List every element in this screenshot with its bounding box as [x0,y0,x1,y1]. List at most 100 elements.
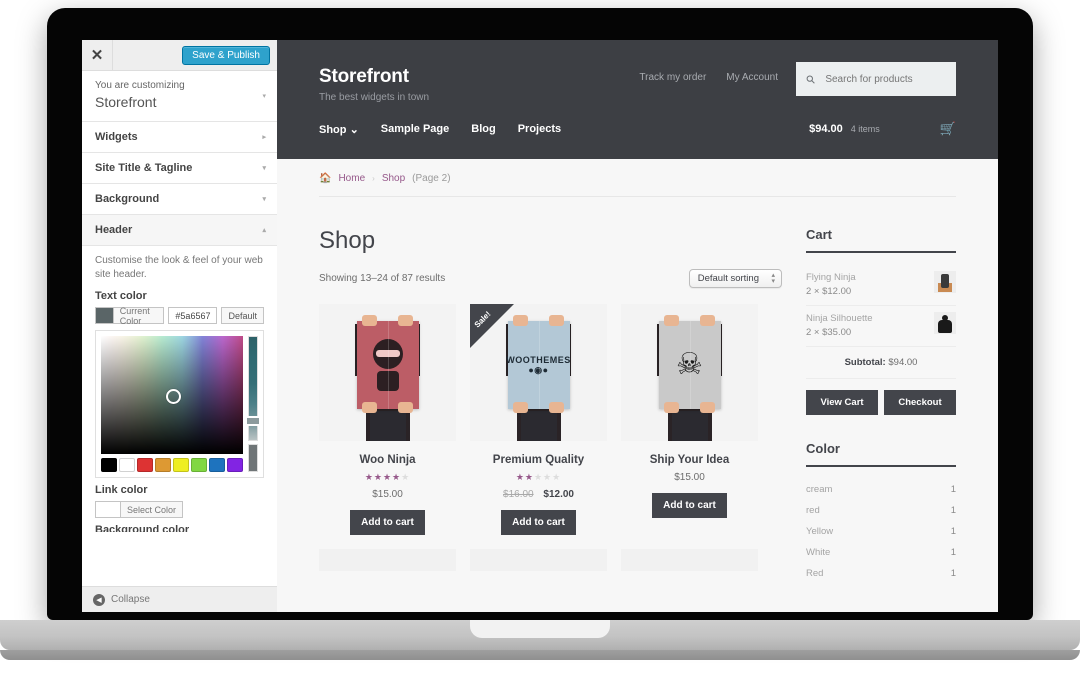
sort-select[interactable]: Default sorting ▴ ▾ [688,269,782,288]
product-card[interactable] [621,549,758,571]
view-cart-button[interactable]: View Cart [806,390,878,415]
widget-spacer [806,415,956,441]
main-navigation: Shop ⌄ Sample Page Blog Projects $94.00 … [277,103,998,159]
palette-swatch-white[interactable] [119,458,135,472]
product-image[interactable] [319,549,456,571]
filter-count: 1 [950,484,956,495]
breadcrumb-shop[interactable]: Shop [382,173,405,184]
product-card[interactable]: WOOTHEMES ●◉● Sale! Premium Quality ★★★★… [470,304,607,535]
product-price: $16.00 $12.00 [470,489,607,500]
product-card[interactable]: ☠ Ship Your Idea $15.00 Add to cart [621,304,758,535]
search-input[interactable] [823,72,946,86]
customizer-site-info: You are customizing Storefront ▾ [82,71,277,122]
cart-widget-item[interactable]: Flying Ninja 2 × $12.00 [806,265,956,306]
nav-track-my-order[interactable]: Track my order [639,72,706,83]
customizing-site-name: Storefront [95,94,157,110]
filter-label: red [806,505,820,516]
product-card[interactable] [470,549,607,571]
text-color-swatch[interactable] [95,307,113,324]
checkout-button[interactable]: Checkout [884,390,956,415]
filter-count: 1 [950,568,956,579]
poster-scene: ☠ [621,304,758,441]
filter-row[interactable]: cream 1 [806,479,956,500]
add-to-cart-button[interactable]: Add to cart [501,510,576,535]
nav-item-sample-page[interactable]: Sample Page [381,123,449,135]
breadcrumb-home[interactable]: Home [338,173,365,184]
chevron-right-icon: ▸ [262,134,266,141]
product-image[interactable]: WOOTHEMES ●◉● Sale! [470,304,607,441]
product-image[interactable]: ☠ [621,304,758,441]
model-legs [671,411,708,441]
header-cart[interactable]: $94.00 4 items 🛒 [809,121,956,137]
product-card[interactable] [319,549,456,571]
collapse-button[interactable]: ◀ Collapse [82,586,277,612]
nav-item-blog[interactable]: Blog [471,123,495,135]
palette-swatch-orange[interactable] [155,458,171,472]
filter-row[interactable]: Red 1 [806,563,956,584]
sidebar-item-label: Site Title & Tagline [95,162,193,174]
site-title: Storefront [319,66,409,87]
product-grid: Woo Ninja ★★★★★ $15.00 Add to cart WOOTH… [319,304,782,571]
breadcrumb: 🏠 Home › Shop (Page 2) [319,159,956,197]
hex-value[interactable]: #5a6567 [168,307,218,324]
palette-swatch-blue[interactable] [209,458,225,472]
filter-row[interactable]: red 1 [806,500,956,521]
hand-icon [664,315,679,326]
nav-item-shop[interactable]: Shop ⌄ [319,123,359,136]
default-color-button[interactable]: Default [221,307,264,324]
hue-slider-handle[interactable] [247,416,259,426]
sidebar-item-background[interactable]: Background ▾ [82,184,277,215]
chevron-down-icon[interactable]: ▾ [262,92,266,100]
cart-item-info: Flying Ninja 2 × $12.00 [806,271,926,299]
cart-item-name[interactable]: Flying Ninja [806,271,926,285]
filter-row[interactable]: Yellow 1 [806,521,956,542]
product-image[interactable] [621,549,758,571]
saturation-field[interactable] [101,336,243,454]
subtotal-label: Subtotal: [844,357,886,368]
ninja-body-icon [376,371,399,391]
link-color-swatch[interactable] [95,501,120,518]
sidebar-item-header[interactable]: Header ▴ [82,215,277,246]
cart-item-name[interactable]: Ninja Silhouette [806,312,926,326]
shop-sidebar: Cart Flying Ninja 2 × $12.00 Ninja Silho… [806,227,956,584]
header-section-body: Customise the look & feel of your web si… [82,246,277,532]
product-image[interactable] [319,304,456,441]
product-search[interactable] [796,62,956,96]
site-header: Storefront The best widgets in town Trac… [277,40,998,159]
hand-icon [549,402,564,413]
color-picker[interactable] [95,330,264,478]
save-publish-button[interactable]: Save & Publish [182,45,270,65]
palette-swatch-purple[interactable] [227,458,243,472]
woothemes-logo-icon: WOOTHEMES ●◉● [506,354,571,375]
add-to-cart-button[interactable]: Add to cart [350,510,425,535]
hue-slider[interactable] [247,336,259,441]
poster-scene: WOOTHEMES ●◉● Sale! [470,304,607,441]
palette-swatches [101,458,243,472]
product-card[interactable]: Woo Ninja ★★★★★ $15.00 Add to cart [319,304,456,535]
cart-total: $94.00 [809,123,843,135]
nav-my-account[interactable]: My Account [726,72,778,83]
product-image[interactable] [470,549,607,571]
text-color-control[interactable]: Current Color #5a6567 Default [95,306,264,326]
sidebar-item-widgets[interactable]: Widgets ▸ [82,122,277,153]
palette-swatch-black[interactable] [101,458,117,472]
link-color-control[interactable]: Select Color [95,501,264,518]
site-branding[interactable]: Storefront The best widgets in town [319,66,639,103]
product-title[interactable]: Premium Quality [470,454,607,466]
color-picker-handle[interactable] [166,389,181,404]
product-title[interactable]: Woo Ninja [319,454,456,466]
product-title[interactable]: Ship Your Idea [621,454,758,466]
palette-swatch-green[interactable] [191,458,207,472]
filter-label: Red [806,568,824,579]
shopping-cart-icon[interactable]: 🛒 [940,121,956,137]
palette-swatch-yellow[interactable] [173,458,189,472]
price-value: $15.00 [674,472,705,483]
nav-item-projects[interactable]: Projects [518,123,561,135]
palette-swatch-red[interactable] [137,458,153,472]
filter-row[interactable]: White 1 [806,542,956,563]
cart-item-thumbnail [934,271,956,293]
add-to-cart-button[interactable]: Add to cart [652,493,727,518]
close-icon[interactable]: ✕ [82,40,113,70]
sidebar-item-site-title-tagline[interactable]: Site Title & Tagline ▾ [82,153,277,184]
cart-widget-item[interactable]: Ninja Silhouette 2 × $35.00 [806,306,956,347]
